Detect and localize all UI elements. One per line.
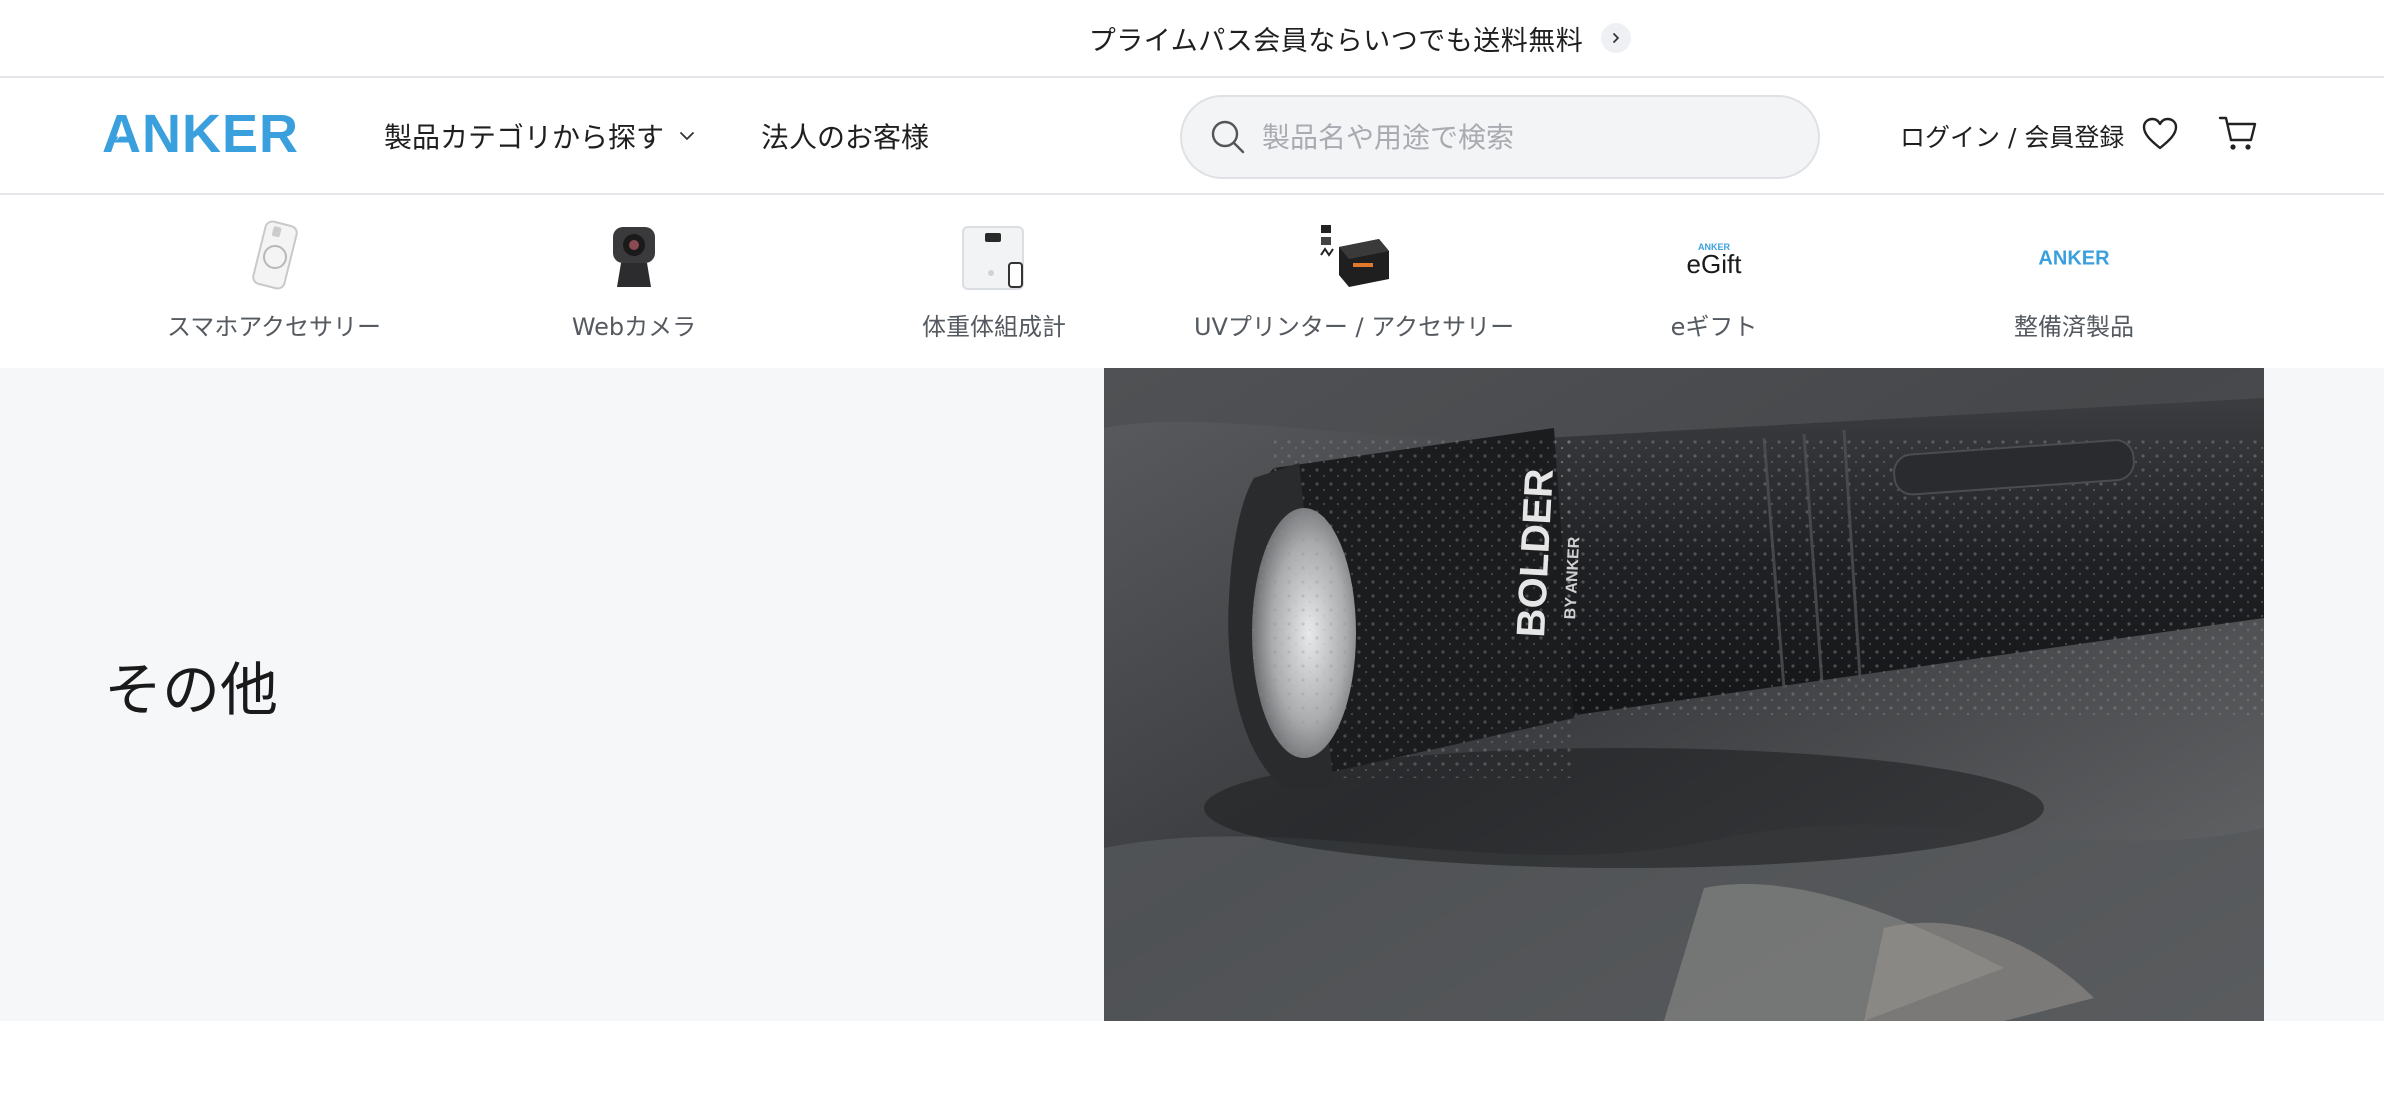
svg-text:BOLDER: BOLDER — [1509, 467, 1562, 638]
nav-products-label: 製品カテゴリから探す — [384, 121, 665, 154]
category-label: スマホアクセサリー — [166, 313, 382, 341]
scale-icon — [954, 217, 1034, 297]
chevron-down-icon — [680, 132, 694, 140]
search-icon[interactable] — [1208, 117, 1248, 157]
webcam-icon — [594, 217, 674, 297]
category-body-scale[interactable]: 体重体組成計 — [844, 217, 1144, 357]
flashlight-photo: BOLDER BY ANKER — [1104, 368, 2264, 1021]
svg-text:eGift: eGift — [1687, 249, 1743, 279]
category-refurbished[interactable]: ANKER 整備済製品 — [1924, 217, 2224, 357]
hero-section: その他 BOLDER BY ANKER — [0, 368, 2384, 1021]
uv-printer-icon — [1314, 217, 1394, 297]
chevron-right-icon — [1601, 23, 1632, 53]
nav-business-link[interactable]: 法人のお客様 — [761, 116, 929, 156]
category-label: 体重体組成計 — [922, 313, 1066, 341]
category-smartphone-accessories[interactable]: スマホアクセサリー — [124, 217, 424, 357]
search-input[interactable] — [1262, 120, 1782, 154]
logo-text: ANKER — [102, 108, 299, 160]
cart-icon[interactable] — [2217, 112, 2259, 154]
category-uv-printer[interactable]: UVプリンター / アクセサリー — [1194, 217, 1514, 357]
category-label: eギフト — [1670, 313, 1758, 341]
site-header: ANKER 製品カテゴリから探す 法人のお客様 ログイン / 会員登録 — [0, 78, 2384, 195]
login-register-link[interactable]: ログイン / 会員登録 — [1900, 118, 2124, 154]
category-label: 整備済製品 — [2014, 313, 2134, 341]
category-webcam[interactable]: Webカメラ — [484, 217, 784, 357]
announcement-text: プライムパス会員ならいつでも送料無料 — [1088, 25, 1584, 57]
heart-icon[interactable] — [2140, 114, 2180, 154]
category-label: Webカメラ — [571, 313, 697, 341]
search-bar[interactable] — [1180, 95, 1820, 179]
page-title: その他 — [104, 656, 279, 724]
announcement-bar: プライムパス会員ならいつでも送料無料 — [0, 0, 2384, 78]
phone-case-icon — [234, 217, 314, 297]
category-egift[interactable]: ANKER eGift eギフト — [1564, 217, 1864, 357]
announcement-link[interactable]: プライムパス会員ならいつでも送料無料 — [1088, 19, 1632, 58]
category-bar: スマホアクセサリー Webカメラ 体重体組成計 UVプリンター / アクセサリー… — [0, 195, 2384, 368]
svg-text:ANKER: ANKER — [2038, 248, 2110, 270]
anker-logo-icon: ANKER — [2034, 217, 2114, 297]
anker-logo[interactable]: ANKER — [102, 104, 304, 164]
nav-business-label: 法人のお客様 — [761, 121, 930, 154]
nav-products-dropdown[interactable]: 製品カテゴリから探す — [384, 116, 696, 156]
category-label: UVプリンター / アクセサリー — [1193, 313, 1515, 341]
egift-icon: ANKER eGift — [1674, 217, 1754, 297]
